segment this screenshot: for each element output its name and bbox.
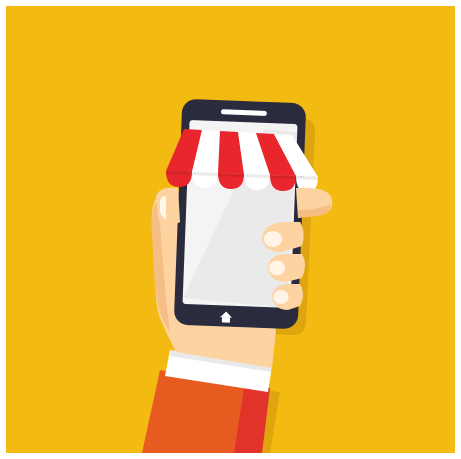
mobile-shop-illustration (6, 6, 455, 453)
fingernail (269, 260, 285, 276)
palm-edge (156, 187, 180, 226)
finger-3 (272, 284, 303, 310)
finger-2 (268, 254, 305, 282)
illustration-canvas (0, 0, 461, 459)
fingernail (273, 290, 289, 304)
fingernail (264, 231, 282, 247)
